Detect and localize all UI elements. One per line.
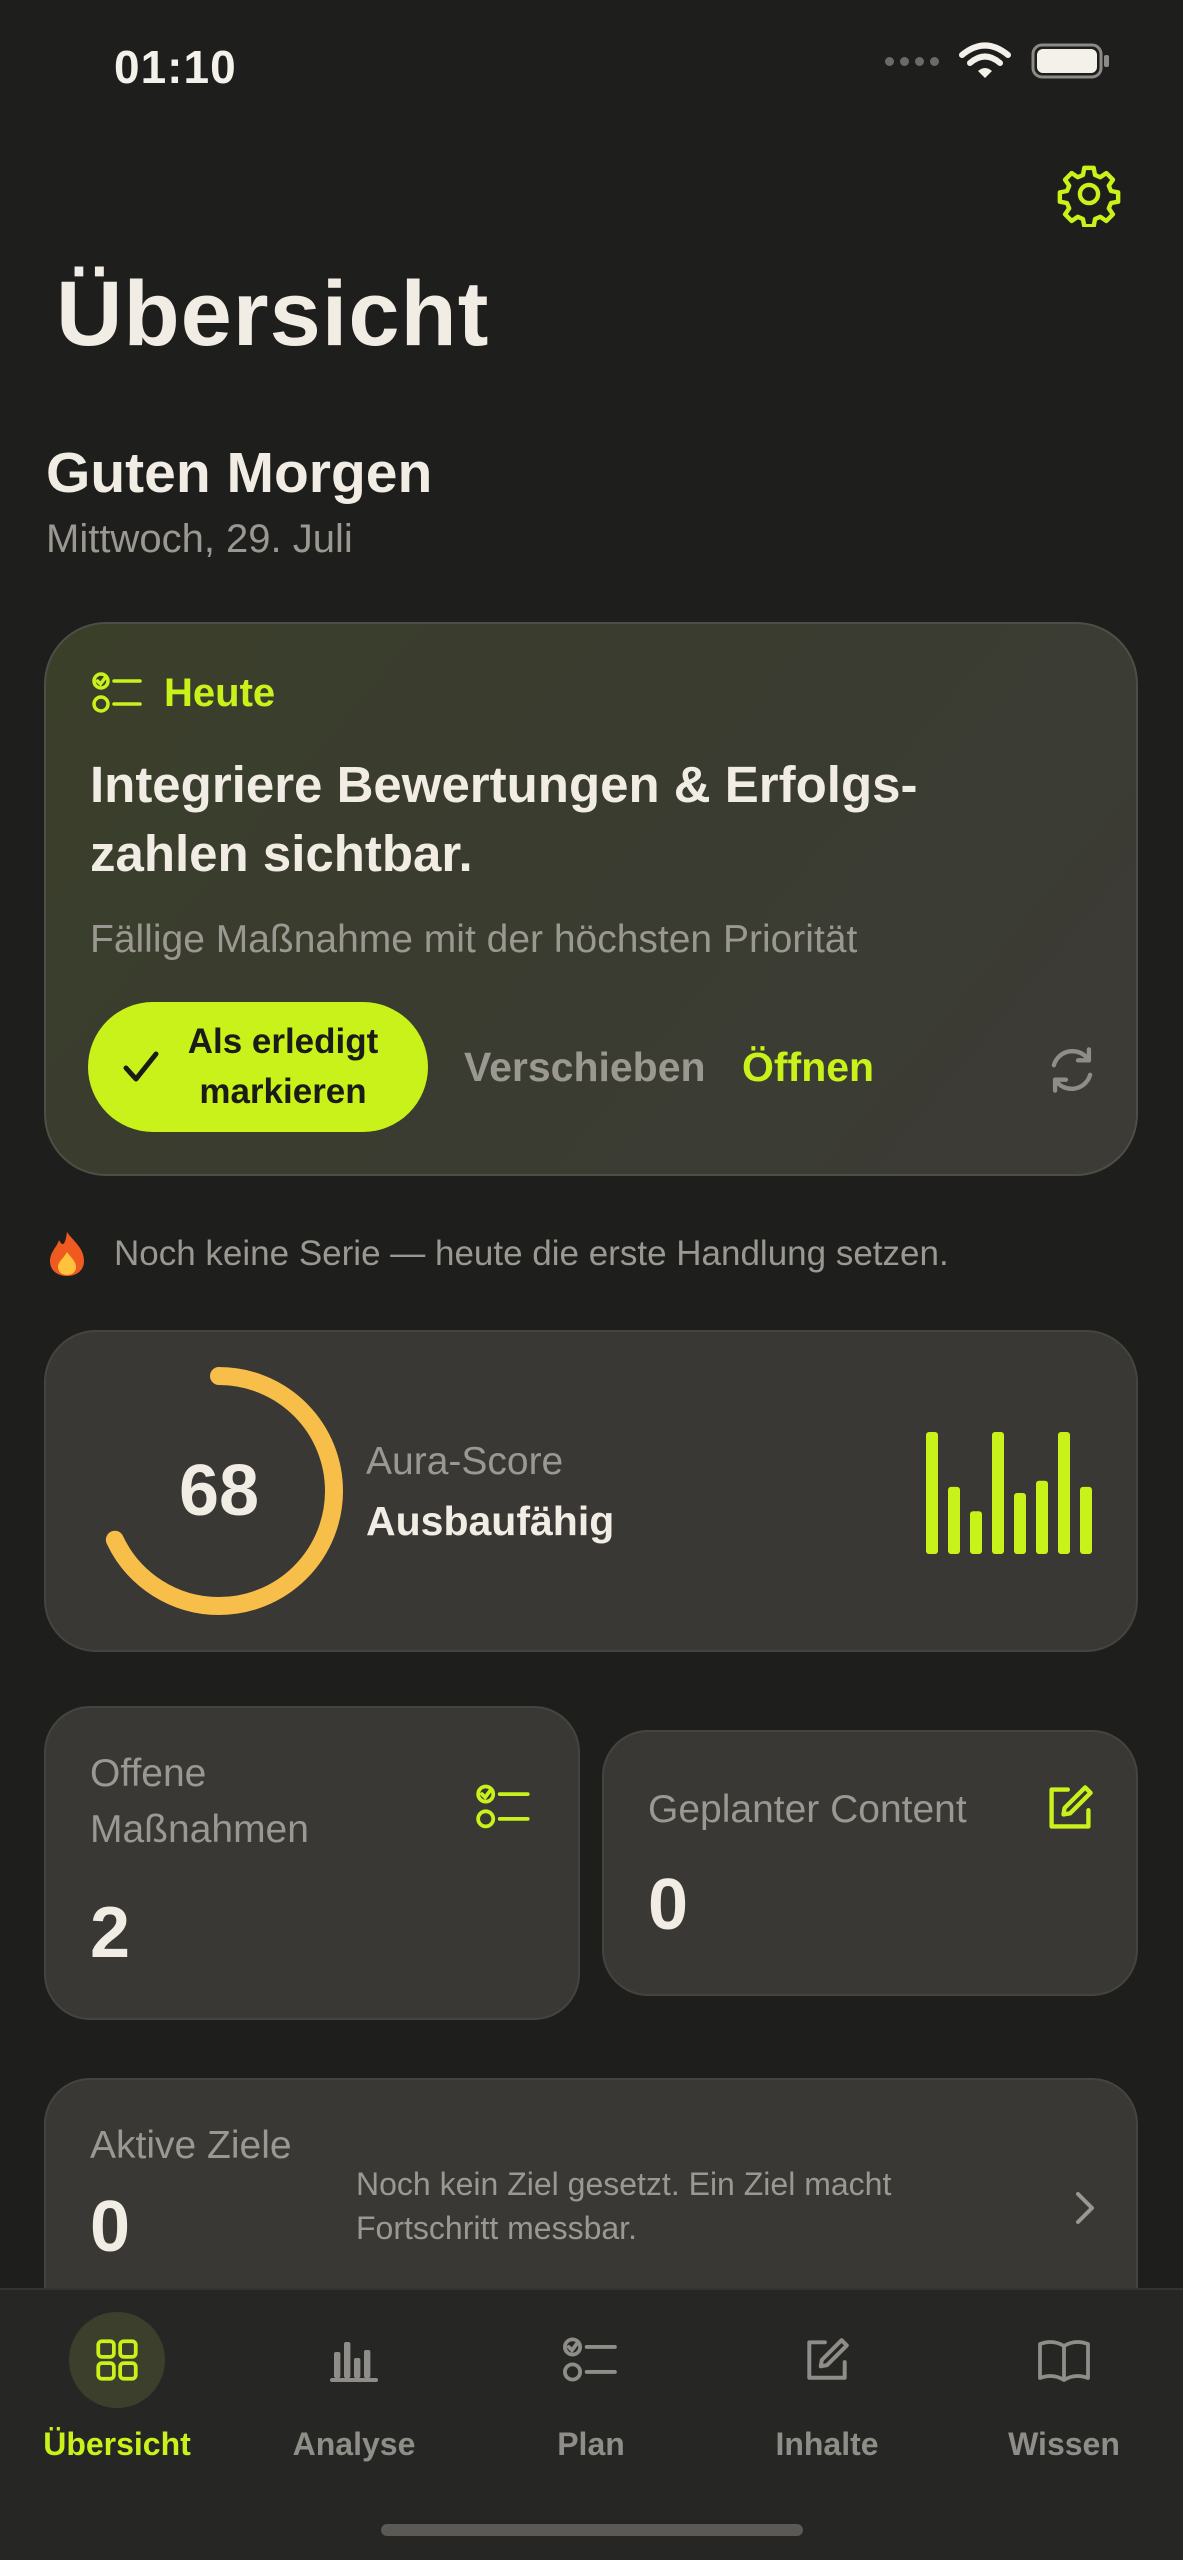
aura-trend-bar: [1036, 1480, 1048, 1554]
aura-trend-bar: [926, 1432, 938, 1554]
edit-icon: [779, 2312, 875, 2408]
edit-icon: [1049, 1785, 1093, 1829]
book-icon: [1016, 2312, 1112, 2408]
aura-score-value: 68: [178, 1451, 260, 1531]
status-icons: [885, 42, 1111, 80]
streak-row: Noch keine Serie — heute die erste Handl…: [46, 1230, 949, 1278]
tab-content[interactable]: Inhalte: [727, 2312, 927, 2482]
aura-trend-bar: [992, 1432, 1004, 1554]
home-indicator: [381, 2524, 803, 2536]
checklist-icon: [92, 672, 142, 713]
greeting-date: Mittwoch, 29. Juli: [46, 517, 353, 561]
tab-analysis[interactable]: Analyse: [254, 2312, 454, 2482]
tab-knowledge[interactable]: Wissen: [964, 2312, 1164, 2482]
flame-icon: [50, 1232, 84, 1276]
planned-content-value: 0: [648, 1865, 689, 1945]
open-actions-card[interactable]: Offene Maßnahmen 2: [44, 1706, 580, 2020]
aura-trend-bar: [1080, 1486, 1092, 1554]
screen: 01:10 Übersicht Guten Morgen Mittwoch, 2…: [0, 0, 1183, 2560]
today-header: Heute: [92, 670, 275, 716]
checklist-icon: [476, 1784, 530, 1829]
active-goals-hint: Noch kein Ziel gesetzt. Ein Ziel macht F…: [356, 2166, 892, 2246]
gear-icon: [1057, 165, 1121, 227]
checkmark-icon: [123, 1051, 159, 1082]
mark-done-button[interactable]: Als erledigt markieren: [88, 1002, 428, 1132]
tab-content-label: Inhalte: [775, 2426, 879, 2462]
active-goals-value: 0: [90, 2187, 131, 2267]
planned-content-card[interactable]: Geplanter Content 0: [602, 1730, 1138, 1996]
active-goals-label: Aktive Ziele: [90, 2124, 292, 2167]
settings-button[interactable]: [1053, 158, 1125, 230]
refresh-button[interactable]: [1036, 1034, 1108, 1106]
grid-icon: [69, 2312, 165, 2408]
tab-overview-label: Übersicht: [43, 2426, 191, 2462]
today-card[interactable]: Heute Integriere Bewertungen & Erfolgs-z…: [44, 622, 1138, 1176]
chevron-right-icon: [1076, 2192, 1094, 2224]
aura-trend-bar: [970, 1511, 982, 1554]
aura-trend-bar: [1058, 1432, 1070, 1554]
planned-content-label: Geplanter Content: [648, 1788, 967, 1831]
today-task: Integriere Bewertungen & Erfolgs-zahlen …: [90, 756, 918, 882]
postpone-button[interactable]: Verschieben: [464, 1044, 706, 1091]
open-button[interactable]: Öffnen: [742, 1044, 874, 1091]
tab-bar: Übersicht Analyse Plan Inhalte Wissen: [0, 2288, 1183, 2560]
mark-done-label: Als erledigt markieren: [187, 1022, 379, 1111]
aura-score-status: Ausbaufähig: [366, 1498, 615, 1544]
aura-score-label: Aura-Score: [366, 1440, 564, 1483]
tab-plan[interactable]: Plan: [491, 2312, 691, 2482]
checklist-icon: [543, 2312, 639, 2408]
open-actions-label: Offene Maßnahmen: [90, 1752, 309, 1851]
page-title: Übersicht: [56, 263, 490, 365]
tab-analysis-label: Analyse: [292, 2426, 416, 2462]
aura-trend-bar: [1014, 1493, 1026, 1554]
aura-score-card[interactable]: 68 Aura-Score Ausbaufähig: [44, 1330, 1138, 1652]
greeting-title: Guten Morgen: [46, 441, 433, 505]
today-subtitle: Fällige Maßnahme mit der höchsten Priori…: [90, 918, 858, 961]
battery-icon: [1031, 43, 1109, 79]
signal-icon: [885, 56, 939, 66]
bar-chart-icon: [306, 2312, 402, 2408]
tab-plan-label: Plan: [557, 2426, 625, 2462]
status-time: 01:10: [114, 41, 237, 93]
aura-trend-bar: [948, 1486, 960, 1554]
wifi-icon: [959, 42, 1011, 78]
tab-knowledge-label: Wissen: [1008, 2426, 1120, 2462]
today-label: Heute: [164, 670, 276, 715]
streak-text: Noch keine Serie — heute die erste Handl…: [114, 1234, 949, 1273]
aura-trend-bars: [926, 1432, 1092, 1554]
refresh-icon: [1051, 1047, 1093, 1093]
open-actions-value: 2: [90, 1893, 131, 1973]
tab-overview[interactable]: Übersicht: [17, 2312, 217, 2482]
